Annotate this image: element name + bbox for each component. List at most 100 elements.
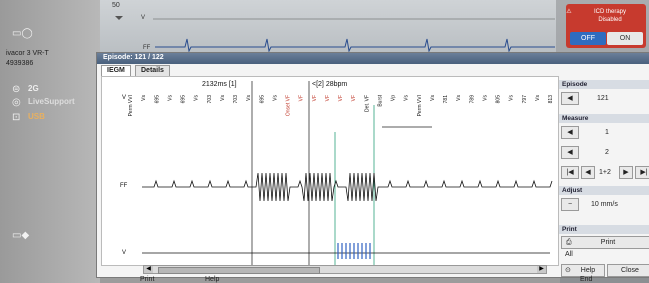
close-button[interactable]: Close	[607, 264, 649, 277]
marker-label: Vs	[272, 95, 278, 101]
marker-label: Vp	[391, 95, 397, 101]
marker-label: 805	[496, 95, 502, 104]
marker-label: Burst	[377, 94, 383, 106]
ff-trace	[142, 172, 553, 202]
scroll-thumb[interactable]	[158, 267, 320, 274]
svg-text:V: V	[141, 15, 145, 21]
marker-label: Vs	[482, 95, 488, 101]
printer-icon: ⎙	[566, 239, 572, 246]
marker-label: 781	[443, 95, 449, 104]
horizontal-scrollbar[interactable]: ◀ ▶	[143, 265, 547, 274]
marker-label: Onset VF	[286, 95, 292, 116]
marker-label: Vs	[246, 95, 252, 101]
marker-annotations: Perm VVI Vs 695 Vs 695 Vs 703 Vs 703 Vs 695 Vs Onset…	[128, 94, 554, 116]
tab-iegm[interactable]: IEGM	[101, 65, 131, 76]
icd-on-button[interactable]: ON	[607, 32, 643, 45]
rate-label: <[2] 28bpm	[312, 81, 347, 88]
scroll-left-icon[interactable]: ◀	[144, 266, 153, 273]
marker-label: Vs	[404, 95, 410, 101]
measure-both-value: 1+2	[599, 169, 611, 176]
episode-value: 121	[597, 95, 609, 102]
print-all-label: All	[565, 251, 573, 258]
marker-label: Vs	[509, 95, 515, 101]
icd-therapy-line2: Disabled	[598, 17, 622, 23]
icd-therapy-line1: ICD therapy	[593, 9, 626, 15]
folder-icon[interactable]: ▭◯	[12, 28, 33, 39]
measure-2-value: 2	[605, 149, 609, 156]
measure-forward-button[interactable]: ▶	[619, 166, 633, 179]
marker-label: VF	[325, 95, 331, 101]
top-ecg-trace: V FF	[115, 15, 555, 53]
marker-label: 695	[181, 95, 187, 104]
marker-label: 695	[154, 95, 160, 104]
measure-back-button[interactable]: ◀	[581, 166, 595, 179]
marker-label: 703	[233, 95, 239, 104]
livesupport-label[interactable]: LiveSupport	[28, 97, 75, 106]
device-model: ivacor 3 VR-T	[6, 50, 49, 57]
scroll-right-icon[interactable]: ▶	[537, 266, 546, 273]
signal-icon: ⊜	[12, 84, 21, 95]
marker-label: Vs	[535, 95, 541, 101]
measure-first-button[interactable]: |◀	[561, 166, 579, 179]
marker-label: Vs	[167, 95, 173, 101]
device-serial: 4939386	[6, 60, 34, 67]
egm-panel: 2132ms [1] <[2] 28bpm V FF V Perm VVI Vs 6…	[101, 76, 559, 266]
help-button-label: Help	[580, 267, 596, 274]
warning-icon: ⚠	[566, 9, 572, 15]
channel-v2-label: V	[122, 250, 126, 256]
measure-2-prev-button[interactable]: ◀	[561, 146, 579, 159]
marker-label: Vs	[194, 95, 200, 101]
heart-icon	[115, 16, 123, 20]
marker-label: Vs	[456, 95, 462, 101]
episode-header: Episode	[559, 80, 649, 89]
measure-header: Measure	[559, 114, 649, 123]
marker-label: VF	[351, 95, 357, 101]
measure-1-prev-button[interactable]: ◀	[561, 126, 579, 139]
battery-icon: ▭◆	[12, 230, 30, 241]
marker-label: 695	[259, 95, 265, 104]
marker-label: Det. VF	[364, 95, 370, 112]
marker-label: Perm VVI	[417, 95, 423, 116]
print-button[interactable]: ⎙ Print	[561, 236, 649, 249]
pacing-burst	[337, 243, 371, 259]
channel-ff-label: FF	[120, 183, 128, 189]
episode-window: Episode: 121 / 122 IEGM Details 2132ms […	[96, 52, 649, 278]
marker-label: Vs	[430, 95, 436, 101]
sim-label: 2G	[28, 84, 39, 93]
bottom-help-button[interactable]: Help	[205, 276, 219, 283]
print-button-label: Print	[600, 239, 616, 246]
marker-label: VF	[299, 95, 305, 101]
interval-label: 2132ms [1]	[202, 81, 237, 88]
measure-1-value: 1	[605, 129, 609, 136]
usb-icon: ⊡	[12, 112, 21, 123]
bottom-print-button[interactable]: Print	[140, 276, 154, 283]
icd-therapy-panel: ⚠ ICD therapy Disabled OFF ON	[566, 4, 646, 48]
marker-label: VF	[312, 95, 318, 101]
episode-prev-button[interactable]: ◀	[561, 92, 579, 105]
marker-label: 797	[522, 95, 528, 104]
marker-label: 813	[548, 95, 554, 104]
adjust-value: 10 mm/s	[591, 201, 618, 208]
channel-v-label: V	[122, 95, 126, 101]
adjust-header: Adjust	[559, 186, 649, 195]
adjust-minus-button[interactable]: −	[561, 198, 579, 211]
usb-label[interactable]: USB	[28, 112, 45, 121]
episode-title: Episode: 121 / 122	[103, 54, 164, 61]
marker-label: VF	[338, 95, 344, 101]
marker-label: Vs	[141, 95, 147, 101]
side-panel: Episode ◀ 121 Measure ◀ 1 ◀ 2 |◀ ◀ 1+2 ▶…	[559, 76, 649, 277]
egm-traces: 2132ms [1] <[2] 28bpm V FF V Perm VVI Vs 6…	[120, 81, 554, 265]
marker-label: Perm VVI	[128, 95, 134, 116]
tab-details[interactable]: Details	[135, 65, 170, 76]
icd-off-button[interactable]: OFF	[570, 32, 606, 45]
marker-label: 703	[207, 95, 213, 104]
svg-text:FF: FF	[143, 45, 151, 51]
marker-label: 789	[469, 95, 475, 104]
bottom-end-button[interactable]: End	[580, 276, 592, 283]
livesupport-icon: ◎	[12, 97, 21, 108]
help-icon: ⊙	[565, 267, 571, 274]
print-header: Print	[559, 225, 649, 234]
episode-titlebar: Episode: 121 / 122	[97, 53, 649, 64]
marker-label: Vs	[220, 95, 226, 101]
measure-last-button[interactable]: ▶|	[635, 166, 649, 179]
